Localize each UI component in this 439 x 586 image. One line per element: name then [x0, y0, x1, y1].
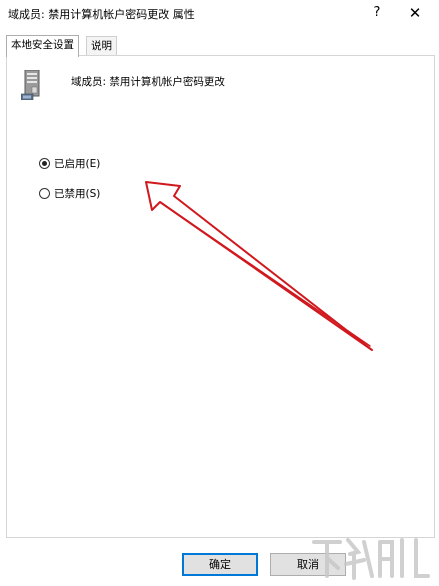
help-button[interactable]: ? [366, 3, 388, 23]
tab-panel: 域成员: 禁用计算机帐户密码更改 已启用(E) 已禁用(S) [6, 55, 435, 538]
close-button[interactable]: ✕ [404, 3, 426, 23]
radio-enabled[interactable]: 已启用(E) [39, 155, 100, 171]
server-computer-icon [21, 70, 40, 100]
ok-button[interactable]: 确定 [182, 553, 258, 576]
policy-name: 域成员: 禁用计算机帐户密码更改 [71, 76, 225, 88]
radio-enabled-label[interactable]: 已启用(E) [54, 156, 100, 171]
window-title: 域成员: 禁用计算机帐户密码更改 属性 [8, 8, 195, 21]
watermark-logo [312, 538, 430, 580]
radio-enabled-indicator[interactable] [39, 157, 50, 169]
radio-disabled-indicator[interactable] [39, 187, 50, 199]
tab-local-security-setting[interactable]: 本地安全设置 [6, 35, 79, 57]
title-bar: 域成员: 禁用计算机帐户密码更改 属性 ? ✕ [0, 0, 439, 28]
radio-disabled[interactable]: 已禁用(S) [39, 185, 100, 201]
tab-explain[interactable]: 说明 [86, 36, 117, 56]
radio-disabled-label[interactable]: 已禁用(S) [54, 186, 100, 201]
